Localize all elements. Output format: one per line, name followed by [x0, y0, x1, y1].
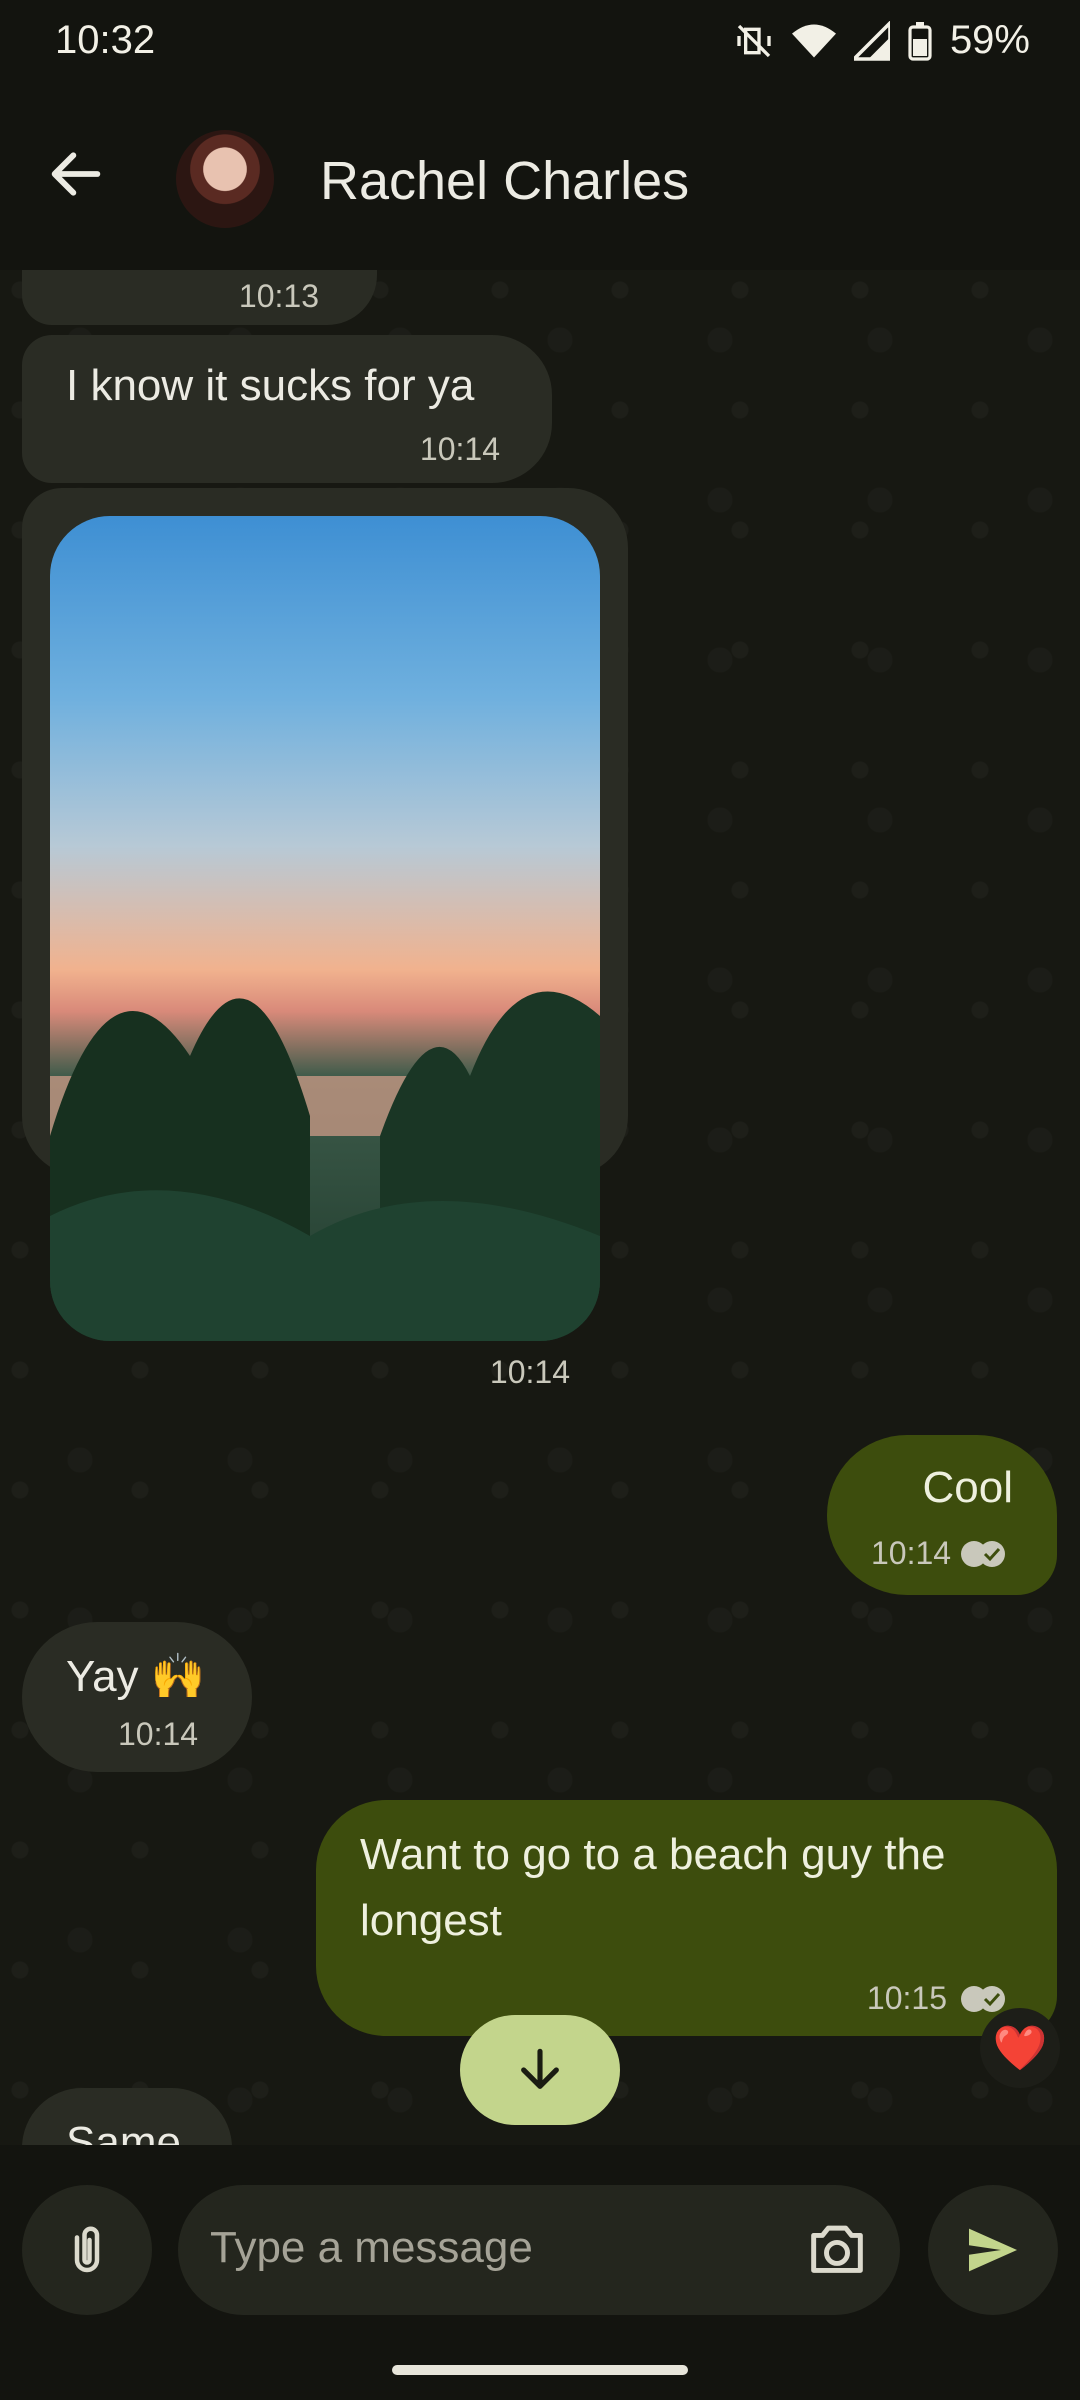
message-time: 10:13 [238, 278, 319, 314]
message-input[interactable]: Type a message [178, 2185, 900, 2315]
attach-button[interactable] [22, 2185, 152, 2315]
message-time: 10:14 [118, 1716, 199, 1752]
battery-percent: 59% [949, 18, 1030, 62]
arrow-left-icon [51, 152, 101, 196]
read-receipt-icon [961, 1541, 1005, 1567]
status-bar: 10:32 59% [0, 0, 1080, 80]
message-text: Same [66, 2118, 181, 2145]
message-incoming[interactable]: I know it sucks for ya 10:14 [22, 335, 552, 483]
photo-sunset-lake[interactable] [50, 516, 600, 1341]
arrow-down-icon [521, 2048, 559, 2089]
message-outgoing[interactable]: Cool 10:14 [827, 1435, 1057, 1595]
message-time: 10:14 [419, 431, 500, 467]
read-receipt-icon [961, 1986, 1005, 2012]
message-incoming[interactable]: Same [22, 2088, 232, 2145]
message-text: Yay 🙌 [66, 1652, 206, 1701]
message-incoming[interactable]: Yay 🙌 10:14 [22, 1622, 252, 1772]
message-time: 10:14 [871, 1535, 952, 1571]
chat-header: Rachel Charles [0, 80, 1080, 270]
message-incoming[interactable]: 10:13 [22, 270, 377, 325]
status-icons: 59% [734, 18, 1030, 63]
send-icon [969, 2228, 1017, 2272]
signal-icon [853, 20, 890, 61]
message-composer: Type a message [0, 2145, 1080, 2400]
status-time: 10:32 [55, 18, 156, 62]
camera-button[interactable] [802, 2215, 872, 2285]
avatar[interactable] [176, 130, 274, 228]
message-list[interactable]: 10:13 I know it sucks for ya 10:14 10:14… [0, 270, 1080, 2145]
home-indicator[interactable] [392, 2365, 688, 2375]
contact-name[interactable]: Rachel Charles [320, 150, 689, 212]
message-outgoing[interactable]: Want to go to a beach guy the longest 10… [316, 1800, 1057, 2036]
back-button[interactable] [44, 142, 108, 206]
scroll-to-bottom-button[interactable] [460, 2015, 620, 2125]
paperclip-icon [74, 2226, 100, 2273]
message-text: Want to go to a beach guy the longest [360, 1830, 946, 1945]
message-time: 10:14 [489, 1354, 570, 1390]
send-button[interactable] [928, 2185, 1058, 2315]
heart-reaction[interactable]: ❤️ [980, 2008, 1060, 2088]
message-text: I know it sucks for ya [66, 361, 475, 410]
message-text: Cool [922, 1463, 1014, 1512]
message-image[interactable]: 10:14 [22, 488, 628, 1390]
message-input-placeholder: Type a message [210, 2223, 533, 2272]
message-time: 10:15 [866, 1980, 947, 2016]
camera-icon [811, 2225, 863, 2273]
wifi-icon [791, 21, 836, 61]
vibrate-off-icon [734, 21, 774, 61]
battery-icon [908, 21, 932, 61]
